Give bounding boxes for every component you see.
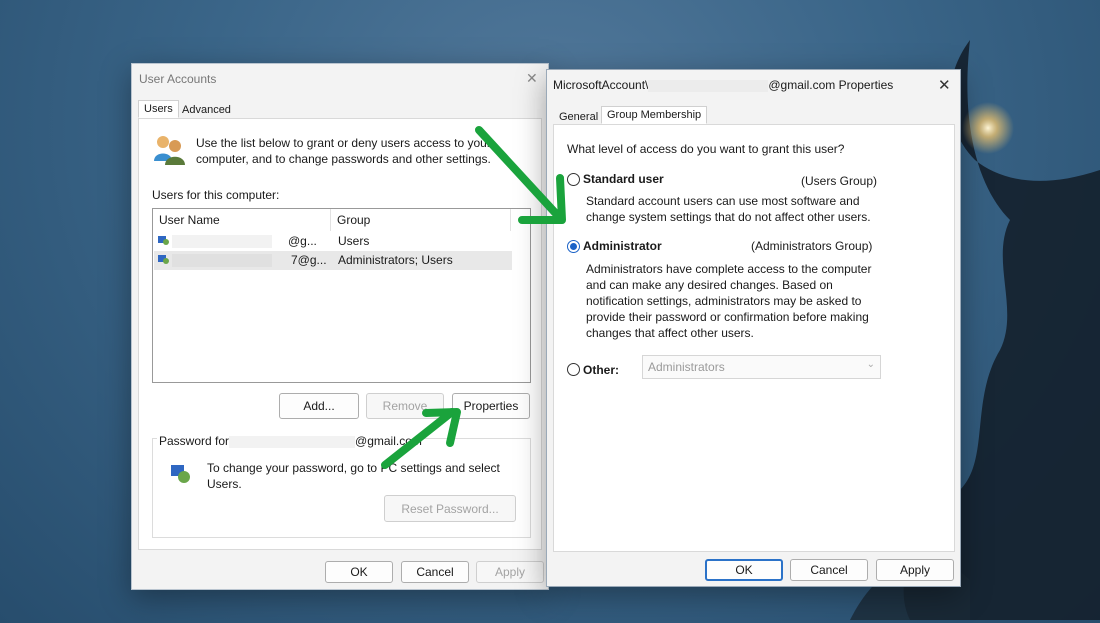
user-key-icon (171, 465, 190, 483)
remove-button[interactable]: Remove (366, 393, 444, 419)
user-name: 7@g... (291, 253, 327, 267)
redacted-name (172, 235, 272, 248)
reset-password-button[interactable]: Reset Password... (384, 495, 516, 522)
standard-user-radio[interactable] (567, 173, 580, 186)
cancel-button[interactable]: Cancel (790, 559, 868, 581)
column-user-name[interactable]: User Name (153, 209, 331, 231)
intro-text: Use the list below to grant or deny user… (196, 136, 491, 166)
user-icon (158, 255, 169, 264)
close-icon[interactable]: ✕ (938, 76, 951, 94)
user-accounts-titlebar: User Accounts ✕ (132, 64, 548, 94)
password-help-text: To change your password, go to PC settin… (207, 461, 500, 491)
redacted-account (648, 79, 769, 92)
apply-button[interactable]: Apply (476, 561, 544, 583)
close-icon[interactable]: ✕ (526, 70, 538, 87)
column-group[interactable]: Group (331, 209, 511, 231)
table-row[interactable]: 7@g... Administrators; Users (154, 251, 512, 270)
table-row[interactable]: @g... Users (154, 232, 512, 251)
tab-users[interactable]: Users (138, 100, 179, 118)
chevron-down-icon: ⌄ (866, 359, 875, 370)
users-for-computer-label: Users for this computer: (152, 188, 280, 202)
administrators-group-label: (Administrators Group) (751, 239, 873, 253)
access-question: What level of access do you want to gran… (567, 142, 845, 156)
window-title: User Accounts (139, 72, 217, 86)
ok-button[interactable]: OK (705, 559, 783, 581)
cancel-button[interactable]: Cancel (401, 561, 469, 583)
properties-titlebar: MicrosoftAccount\ @gmail.com Properties ✕ (547, 70, 960, 100)
users-group-label: (Users Group) (801, 174, 878, 188)
redacted-name (172, 254, 272, 267)
other-group-dropdown[interactable]: Administrators ⌄ (642, 355, 881, 379)
ok-button[interactable]: OK (325, 561, 393, 583)
standard-user-description: Standard account users can use most soft… (586, 194, 871, 224)
user-icon (158, 236, 169, 245)
tab-advanced[interactable]: Advanced (176, 101, 237, 119)
other-radio[interactable] (567, 363, 580, 376)
standard-user-label[interactable]: Standard user (583, 172, 664, 186)
properties-window-title: MicrosoftAccount\ @gmail.com Properties (553, 78, 894, 92)
administrator-label[interactable]: Administrator (583, 239, 662, 253)
users-tab-panel: Use the list below to grant or deny user… (138, 118, 542, 550)
add-button[interactable]: Add... (279, 393, 359, 419)
redacted-email (229, 435, 356, 448)
tab-group-membership[interactable]: Group Membership (601, 106, 708, 124)
users-list[interactable]: User Name Group @g... Users 7@g... Admin… (152, 208, 531, 383)
apply-button[interactable]: Apply (876, 559, 954, 581)
group-membership-panel: What level of access do you want to gran… (553, 124, 955, 552)
other-group-value: Administrators (648, 360, 725, 374)
other-label[interactable]: Other: (583, 363, 619, 377)
user-name: @g... (288, 234, 317, 248)
administrator-description: Administrators have complete access to t… (586, 262, 872, 340)
administrator-radio[interactable] (567, 240, 580, 253)
users-icon (154, 136, 185, 165)
user-group: Administrators; Users (338, 253, 453, 267)
user-accounts-dialog: User Accounts ✕ Users Advanced Use the l… (131, 63, 549, 590)
password-for-label: Password for @gmail.com (157, 434, 424, 448)
properties-button[interactable]: Properties (452, 393, 530, 419)
user-group: Users (338, 234, 370, 248)
properties-dialog: MicrosoftAccount\ @gmail.com Properties ✕… (546, 69, 961, 587)
